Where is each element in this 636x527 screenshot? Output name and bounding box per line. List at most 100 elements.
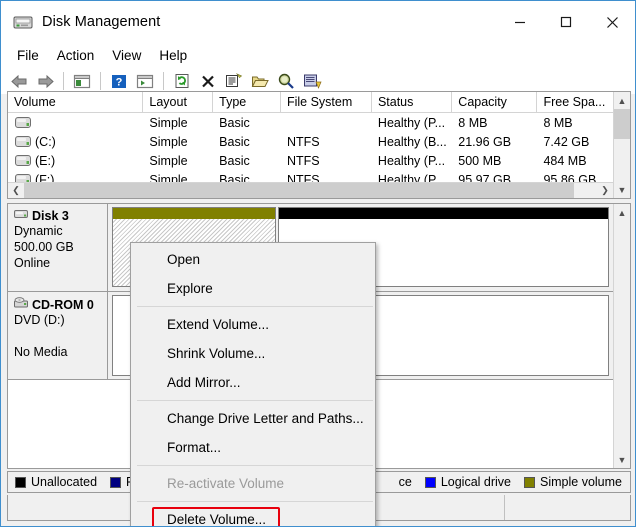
- cell-type: Basic: [219, 153, 250, 168]
- legend-item-logical-drive: Logical drive: [424, 475, 512, 489]
- table-row[interactable]: (C:) Simple Basic NTFS Healthy (B... 21.…: [8, 132, 613, 151]
- legend-item-simple-volume: Simple volume: [524, 475, 622, 489]
- cell-file-system: NTFS: [286, 134, 320, 149]
- column-header-type[interactable]: Type: [213, 92, 281, 112]
- context-menu-separator: [137, 501, 373, 502]
- toolbar-separator: [100, 72, 101, 90]
- drive-icon: [15, 136, 31, 147]
- scroll-down-icon[interactable]: ▼: [614, 451, 630, 468]
- disk-info-cdrom0[interactable]: CD-ROM 0 DVD (D:) No Media: [8, 292, 108, 379]
- scroll-track[interactable]: [24, 183, 597, 198]
- cell-file-system: NTFS: [286, 172, 320, 183]
- cell-free-space: 484 MB: [543, 153, 587, 168]
- column-header-volume[interactable]: Volume: [8, 92, 144, 112]
- drive-icon: [15, 117, 31, 128]
- scroll-thumb[interactable]: [614, 109, 630, 139]
- search-icon[interactable]: [274, 70, 298, 92]
- ctx-shrink-volume[interactable]: Shrink Volume...: [131, 339, 375, 368]
- disk-type: Dynamic: [14, 224, 63, 238]
- menu-view[interactable]: View: [103, 46, 150, 65]
- disk-management-icon: [12, 11, 34, 33]
- cdrom-icon: [14, 297, 29, 312]
- cell-free-space: 95.86 GB: [543, 172, 597, 183]
- column-header-file-system[interactable]: File System: [281, 92, 372, 112]
- minimize-button[interactable]: [497, 1, 543, 43]
- properties-icon[interactable]: [222, 70, 246, 92]
- scroll-right-icon[interactable]: ❯: [597, 183, 613, 198]
- ctx-explore[interactable]: Explore: [131, 274, 375, 303]
- column-header-capacity[interactable]: Capacity: [452, 92, 538, 112]
- ctx-delete-volume[interactable]: Delete Volume...: [131, 505, 375, 526]
- legend-label: Unallocated: [31, 475, 98, 489]
- open-folder-icon[interactable]: [248, 70, 272, 92]
- cell-type: Basic: [219, 115, 250, 130]
- cell-layout: Simple: [149, 134, 188, 149]
- cell-file-system: NTFS: [286, 153, 320, 168]
- cell-layout: Simple: [149, 115, 188, 130]
- show-console-tree-icon[interactable]: [70, 70, 94, 92]
- partition-color-bar: [279, 208, 608, 219]
- menu-file[interactable]: File: [8, 46, 48, 65]
- column-header-free-space[interactable]: Free Spa...: [537, 92, 613, 112]
- volume-list-pane: Volume Layout Type File System Status Ca…: [7, 91, 631, 199]
- table-row[interactable]: Simple Basic Healthy (P... 8 MB 8 MB: [8, 113, 613, 132]
- column-header-status[interactable]: Status: [372, 92, 453, 112]
- scroll-track[interactable]: [614, 221, 630, 451]
- refresh-icon[interactable]: [170, 70, 194, 92]
- delete-icon[interactable]: [196, 70, 220, 92]
- cdrom-status: No Media: [14, 345, 68, 359]
- rescan-disks-icon[interactable]: [300, 70, 324, 92]
- scroll-down-icon[interactable]: ▼: [614, 181, 630, 198]
- cell-capacity: 21.96 GB: [458, 134, 512, 149]
- drive-icon: [15, 174, 31, 182]
- svg-text:?: ?: [116, 76, 123, 88]
- volume-list-vertical-scrollbar[interactable]: ▲ ▼: [613, 92, 630, 198]
- cell-volume: (C:): [35, 134, 56, 149]
- legend-swatch: [110, 476, 122, 488]
- scroll-up-icon[interactable]: ▲: [614, 204, 630, 221]
- volume-list-header: Volume Layout Type File System Status Ca…: [8, 92, 613, 113]
- disk-info-disk3[interactable]: Disk 3 Dynamic 500.00 GB Online: [8, 204, 108, 291]
- context-menu-separator: [137, 465, 373, 466]
- menu-help[interactable]: Help: [150, 46, 196, 65]
- window-controls: [497, 1, 635, 43]
- ctx-extend-volume[interactable]: Extend Volume...: [131, 310, 375, 339]
- cell-capacity: 500 MB: [458, 153, 502, 168]
- scroll-up-icon[interactable]: ▲: [614, 92, 630, 109]
- cell-layout: Simple: [149, 172, 188, 183]
- ctx-add-mirror[interactable]: Add Mirror...: [131, 368, 375, 397]
- disk-capacity: 500.00 GB: [14, 240, 74, 254]
- legend-label: Logical drive: [440, 475, 512, 489]
- ctx-open[interactable]: Open: [131, 245, 375, 274]
- show-action-pane-icon[interactable]: [133, 70, 157, 92]
- scroll-left-icon[interactable]: ❮: [8, 183, 24, 198]
- legend-swatch: [424, 476, 436, 488]
- maximize-button[interactable]: [543, 1, 589, 43]
- close-button[interactable]: [589, 1, 635, 43]
- disk-icon: [14, 209, 29, 223]
- volume-list-horizontal-scrollbar[interactable]: ❮ ❯: [8, 182, 613, 198]
- back-arrow-icon[interactable]: [7, 70, 31, 92]
- forward-arrow-icon[interactable]: [33, 70, 57, 92]
- cell-status: Healthy (B...: [377, 134, 447, 149]
- table-row[interactable]: (E:) Simple Basic NTFS Healthy (P... 500…: [8, 151, 613, 170]
- legend-label: Simple volume: [540, 475, 622, 489]
- cell-capacity: 8 MB: [458, 115, 488, 130]
- help-icon[interactable]: ?: [107, 70, 131, 92]
- toolbar-separator: [163, 72, 164, 90]
- scroll-thumb[interactable]: [24, 183, 575, 198]
- column-header-layout[interactable]: Layout: [143, 92, 214, 112]
- table-row[interactable]: (F:) Simple Basic NTFS Healthy (P... 95.…: [8, 170, 613, 182]
- legend-label: ce: [398, 475, 412, 489]
- menu-action[interactable]: Action: [48, 46, 104, 65]
- legend-swatch: [524, 476, 536, 488]
- ctx-format[interactable]: Format...: [131, 433, 375, 462]
- cdrom-name: CD-ROM 0: [32, 297, 94, 312]
- cell-volume: (F:): [35, 172, 55, 183]
- toolbar-separator: [63, 72, 64, 90]
- scroll-track[interactable]: [614, 109, 630, 181]
- disk-pane-vertical-scrollbar[interactable]: ▲ ▼: [613, 204, 630, 468]
- cell-type: Basic: [219, 172, 250, 183]
- ctx-change-drive-letter[interactable]: Change Drive Letter and Paths...: [131, 404, 375, 433]
- cell-volume: (E:): [35, 153, 56, 168]
